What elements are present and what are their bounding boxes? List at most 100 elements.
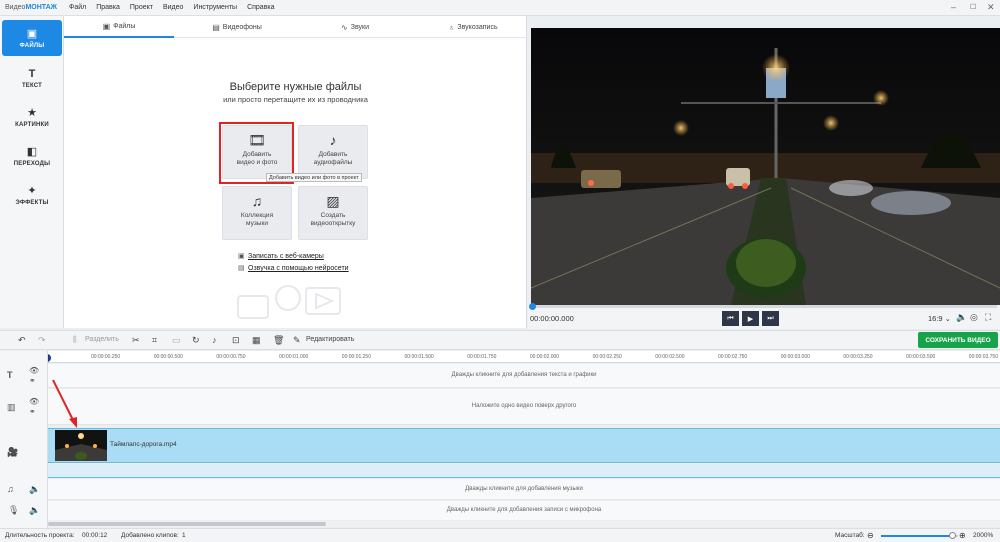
next-frame-button[interactable]: ⏭ — [762, 311, 779, 326]
tab-files[interactable]: ▣ Файлы — [64, 16, 174, 38]
image-icon: ▣ — [26, 27, 38, 40]
redo-icon[interactable]: ↷ — [38, 334, 46, 346]
microphone-track-icon: 🎙 — [8, 505, 20, 515]
tab-sounds[interactable]: ∿ Звуки — [300, 16, 410, 38]
cut-icon[interactable]: ✂ — [132, 334, 140, 346]
audio-file-icon: ♪ — [329, 132, 337, 148]
menu-file[interactable]: Файл — [69, 4, 86, 11]
tile-label: Добавить аудиофайлы — [313, 151, 353, 166]
eye-icon[interactable]: 👁 — [29, 366, 39, 375]
link-label: Озвучка с помощью нейросети — [248, 265, 349, 272]
stabilize-icon[interactable]: ▦ — [252, 334, 261, 346]
sidebar-item-pictures[interactable]: ★ КАРТИНКИ — [2, 99, 62, 135]
play-button[interactable]: ▶ — [742, 311, 759, 326]
fullscreen-icon[interactable]: ⛶ — [985, 312, 991, 323]
sidebar-item-transitions[interactable]: ◧ ПЕРЕХОДЫ — [2, 138, 62, 174]
ruler-tick-label: 00:00:00.250 — [91, 354, 121, 360]
sidebar-item-text[interactable]: T ТЕКСТ — [2, 60, 62, 96]
speaker-icon[interactable]: 🔈 — [29, 505, 40, 516]
ruler-tick-label: 00:00:02.000 — [529, 354, 560, 360]
menu-help[interactable]: Справка — [247, 4, 274, 11]
ruler-tick-label: 00:00:02.250 — [592, 354, 622, 360]
ruler-tick-label: 00:00:00.500 — [153, 354, 183, 360]
tab-label: Видеофоны — [222, 23, 262, 31]
files-panel-subtitle: или просто перетащите их из проводника — [223, 95, 368, 104]
link-icon[interactable]: ⚭ — [29, 407, 36, 416]
microphone-track-hint: Дважды кликните для добавления записи с … — [446, 507, 602, 513]
minimize-icon[interactable]: – — [951, 2, 956, 13]
music-track-icon: ♫ — [7, 484, 14, 494]
tab-recording[interactable]: ♁ Звукозапись — [418, 16, 528, 38]
ruler-tick-label: 00:00:01.750 — [467, 354, 497, 360]
zoom-area-icon[interactable]: ⊡ — [232, 334, 240, 346]
close-icon[interactable]: ✕ — [987, 2, 995, 13]
edit-button[interactable]: Редактировать — [306, 336, 354, 343]
zoom-slider-fill — [881, 535, 952, 537]
aspect-ratio-select[interactable]: 16:9 ⌄ — [928, 314, 951, 323]
menu-video[interactable]: Видео — [163, 4, 183, 11]
ruler-tick-label: 00:00:03.500 — [906, 354, 936, 360]
clips-label: Добавлено клипов: — [121, 532, 179, 539]
speaker-icon[interactable]: 🔈 — [29, 484, 40, 495]
menu-edit[interactable]: Правка — [96, 4, 120, 11]
sidebar-item-label: ТЕКСТ — [21, 82, 43, 89]
crop-icon[interactable]: ⌗ — [152, 334, 157, 346]
video-audio-strip — [48, 464, 1000, 478]
seek-bar[interactable] — [531, 305, 997, 308]
player-controls: 00:00:00.000 ⏮ ▶ ⏭ 16:9 ⌄ 🔈 ◎ ⛶ — [528, 303, 1000, 329]
clip-thumbnail[interactable] — [55, 430, 107, 461]
star-icon: ★ — [27, 106, 37, 119]
clips-value: 1 — [182, 532, 186, 539]
sidebar-item-effects[interactable]: ✦ ЭФФЕКТЫ — [2, 177, 62, 213]
save-video-button[interactable]: СОХРАНИТЬ ВИДЕО — [918, 332, 998, 348]
magic-wand-icon: ✦ — [27, 184, 37, 197]
sidebar-item-label: ПЕРЕХОДЫ — [13, 160, 51, 167]
microphone-icon: ♁ — [448, 22, 455, 32]
menu-project[interactable]: Проект — [130, 4, 153, 11]
text-icon: T — [28, 67, 36, 80]
frame-icon[interactable]: ▭ — [172, 334, 181, 346]
menu-tools[interactable]: Инструменты — [193, 4, 237, 11]
duration-value: 00:00:12 — [82, 532, 108, 539]
maximize-icon[interactable]: ☐ — [970, 2, 976, 13]
seek-handle[interactable] — [529, 303, 536, 310]
duration-label: Длительность проекта: — [5, 532, 75, 539]
image-icon: ▣ — [102, 21, 111, 31]
tab-label: Файлы — [113, 22, 136, 30]
eye-icon[interactable]: 👁 — [29, 397, 39, 406]
music-track-hint: Дважды кликните для добавления музыки — [465, 486, 583, 492]
sidebar-item-files[interactable]: ▣ ФАЙЛЫ — [2, 20, 62, 56]
webcam-record-link[interactable]: ▣ Записать с веб-камеры — [238, 252, 324, 260]
snapshot-icon[interactable]: ◎ — [970, 312, 978, 323]
audio-icon[interactable]: ♪ — [212, 334, 217, 346]
zoom-value: 2000% — [973, 532, 994, 539]
overlay-track-icon: ▥ — [7, 402, 16, 412]
undo-icon[interactable]: ↶ — [18, 334, 26, 346]
edit-icon: ✎ — [293, 335, 301, 345]
volume-icon[interactable]: 🔈 — [956, 312, 967, 323]
clip-name: Таймлапс-дорога.mp4 — [110, 441, 177, 448]
timeline-scroll-thumb[interactable] — [48, 522, 326, 526]
zoom-in-icon[interactable]: ⊕ — [959, 531, 966, 540]
ruler-tick-label: 00:00:03.750 — [968, 354, 998, 360]
status-bar: Длительность проекта: 00:00:12 Добавлено… — [0, 528, 1000, 542]
previous-frame-button[interactable]: ⏮ — [722, 311, 739, 326]
ruler-tick-label: 00:00:01.250 — [341, 354, 371, 360]
tab-video-backgrounds[interactable]: ▤ Видеофоны — [182, 16, 292, 38]
add-audio-button[interactable]: ♪ Добавить аудиофайлы — [298, 125, 368, 179]
create-video-card-button[interactable]: ▨ Создать видеооткрытку — [298, 186, 368, 240]
ruler-tick-label: 00:00:03.250 — [843, 354, 873, 360]
video-track[interactable] — [48, 428, 1000, 463]
play-icon: ▶ — [747, 315, 754, 323]
webcam-icon: ▣ — [238, 253, 245, 260]
track-headers: T 👁 ⚭ ▥ 👁 ⚭ 🎥 ♫ 🔈 🎙 🔈 — [0, 351, 48, 528]
rotate-icon[interactable]: ↻ — [192, 334, 200, 346]
ai-voiceover-link[interactable]: ▤ Озвучка с помощью нейросети — [238, 264, 349, 272]
music-collection-button[interactable]: ♫ Коллекция музыки — [222, 186, 292, 240]
zoom-out-icon[interactable]: ⊖ — [867, 531, 874, 540]
split-button[interactable]: Разделить — [85, 336, 119, 343]
zoom-slider-handle[interactable] — [948, 532, 956, 539]
video-preview[interactable] — [531, 28, 1000, 305]
delete-icon[interactable]: 🗑 — [273, 334, 284, 346]
link-icon[interactable]: ⚭ — [29, 376, 36, 385]
